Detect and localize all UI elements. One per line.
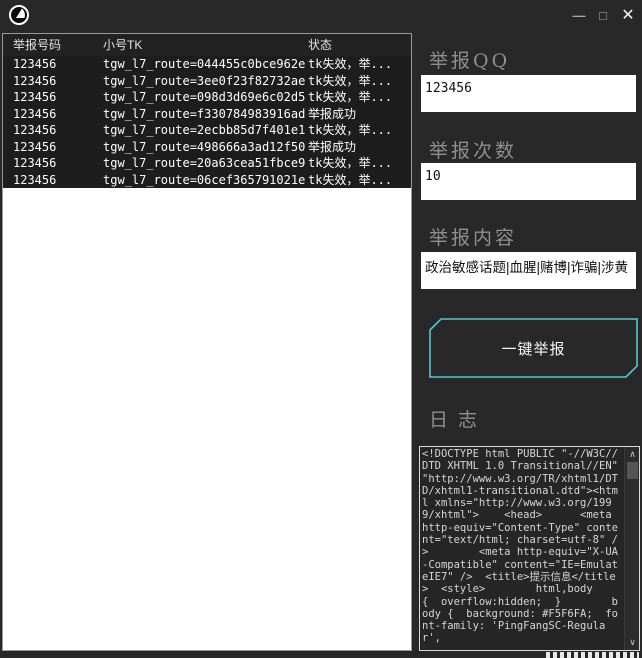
table-body: 123456tgw_l7_route=044455c0bce962e...tk失… (3, 56, 411, 188)
minimize-button[interactable]: — (570, 4, 588, 26)
log-scrollbar[interactable]: ∧ ∨ (624, 447, 639, 650)
cell-status: tk失效，举... (308, 89, 411, 106)
table-row[interactable]: 123456tgw_l7_route=3ee0f23f82732ae...tk失… (3, 73, 411, 90)
table-row[interactable]: 123456tgw_l7_route=f330784983916ad...举报成… (3, 106, 411, 123)
cell-status: tk失效，举... (308, 172, 411, 189)
report-list-populated-area: 举报号码 小号TK 状态 123456tgw_l7_route=044455c0… (3, 34, 411, 188)
col-header-number[interactable]: 举报号码 (3, 34, 103, 56)
table-header: 举报号码 小号TK 状态 (3, 34, 411, 56)
log-text: <!DOCTYPE html PUBLIC "-//W3C//DTD XHTML… (422, 448, 622, 648)
one-click-report-button[interactable]: 一键举报 (429, 318, 638, 378)
cell-tk: tgw_l7_route=098d3d69e6c02d5... (103, 89, 308, 106)
cell-tk: tgw_l7_route=f330784983916ad... (103, 106, 308, 123)
report-count-input[interactable] (421, 163, 636, 200)
cell-tk: tgw_l7_route=044455c0bce962e... (103, 56, 308, 73)
table-row[interactable]: 123456tgw_l7_route=2ecbb85d7f401e1...tk失… (3, 122, 411, 139)
table-row[interactable]: 123456tgw_l7_route=498666a3ad12f50...举报成… (3, 139, 411, 156)
table-row[interactable]: 123456tgw_l7_route=20a63cea51fbce9...tk失… (3, 155, 411, 172)
scroll-up-icon[interactable]: ∧ (625, 447, 640, 461)
report-list: 举报号码 小号TK 状态 123456tgw_l7_route=044455c0… (2, 33, 412, 651)
table-row[interactable]: 123456tgw_l7_route=06cef365791021e...tk失… (3, 172, 411, 189)
clipped-log-overflow (546, 652, 639, 658)
cell-tk: tgw_l7_route=2ecbb85d7f401e1... (103, 122, 308, 139)
cell-number: 123456 (3, 89, 103, 106)
close-button[interactable]: ✕ (618, 4, 638, 26)
cell-tk: tgw_l7_route=06cef365791021e... (103, 172, 308, 189)
table-row[interactable]: 123456tgw_l7_route=044455c0bce962e...tk失… (3, 56, 411, 73)
cell-tk: tgw_l7_route=498666a3ad12f50... (103, 139, 308, 156)
table-row[interactable]: 123456tgw_l7_route=098d3d69e6c02d5...tk失… (3, 89, 411, 106)
cell-number: 123456 (3, 172, 103, 189)
log-label: 日志 (429, 405, 487, 432)
cell-status: tk失效，举... (308, 73, 411, 90)
col-header-tk[interactable]: 小号TK (103, 34, 308, 56)
report-qq-input[interactable] (421, 75, 636, 112)
cell-status: tk失效，举... (308, 56, 411, 73)
col-header-status[interactable]: 状态 (308, 34, 411, 56)
cell-number: 123456 (3, 155, 103, 172)
cell-number: 123456 (3, 139, 103, 156)
cell-number: 123456 (3, 56, 103, 73)
cell-status: 举报成功 (308, 106, 411, 123)
app-logo-icon (8, 4, 30, 26)
cell-tk: tgw_l7_route=3ee0f23f82732ae... (103, 73, 308, 90)
report-qq-label: 举报QQ (429, 46, 510, 73)
scroll-down-icon[interactable]: ∨ (625, 635, 640, 649)
cell-number: 123456 (3, 106, 103, 123)
scrollbar-thumb[interactable] (627, 462, 638, 479)
title-bar: — □ ✕ (0, 0, 642, 30)
cell-number: 123456 (3, 73, 103, 90)
report-count-label: 举报次数 (429, 136, 517, 163)
cell-status: tk失效，举... (308, 122, 411, 139)
maximize-button[interactable]: □ (594, 4, 612, 26)
report-content-label: 举报内容 (429, 223, 517, 250)
cell-status: 举报成功 (308, 139, 411, 156)
report-content-input[interactable] (421, 252, 636, 289)
cell-status: tk失效，举... (308, 155, 411, 172)
cell-number: 123456 (3, 122, 103, 139)
cell-tk: tgw_l7_route=20a63cea51fbce9... (103, 155, 308, 172)
one-click-report-label: 一键举报 (429, 318, 638, 378)
log-output[interactable]: <!DOCTYPE html PUBLIC "-//W3C//DTD XHTML… (419, 446, 640, 651)
